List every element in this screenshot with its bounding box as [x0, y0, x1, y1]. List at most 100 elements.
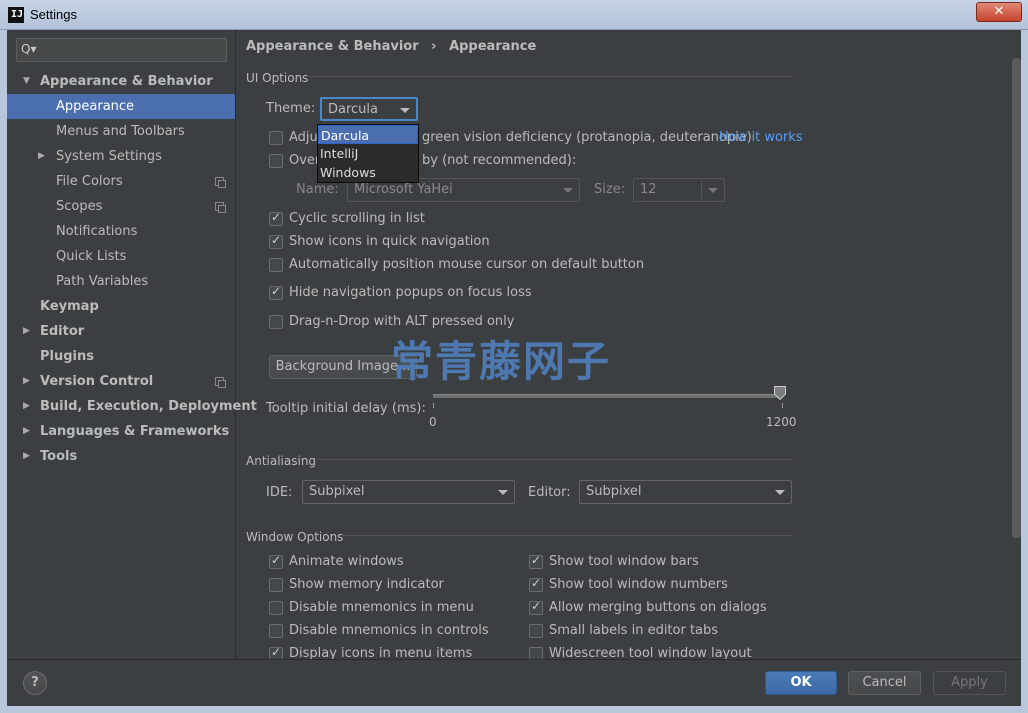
editor-antialiasing-select[interactable]: Subpixel [579, 480, 792, 504]
ide-antialiasing-label: IDE: [266, 485, 293, 500]
sidebar-item-file-colors[interactable]: File Colors [7, 169, 235, 194]
sidebar-item-path-variables[interactable]: Path Variables [7, 269, 235, 294]
search-icon: Q▾ [21, 42, 37, 56]
sidebar-item-plugins[interactable]: Plugins [7, 344, 235, 369]
font-size-label: Size: [594, 182, 626, 197]
separator [341, 535, 793, 536]
ide-antialiasing-select[interactable]: Subpixel [302, 480, 515, 504]
project-settings-icon [215, 202, 226, 213]
sidebar-item-label: Editor [40, 324, 85, 339]
sidebar-item-label: Keymap [40, 299, 99, 314]
small-labels-checkbox[interactable] [529, 624, 543, 638]
close-icon[interactable]: ✕ [976, 2, 1022, 22]
adjust-colors-label-tail: green vision deficiency (protanopia, deu… [422, 130, 752, 145]
breadcrumb-parent[interactable]: Appearance & Behavior [246, 39, 419, 54]
mnemonics-menu-label: Disable mnemonics in menu [289, 600, 474, 615]
sidebar-item-label: Version Control [40, 374, 154, 389]
help-button[interactable]: ? [23, 671, 47, 695]
tool-window-bars-label: Show tool window bars [549, 554, 699, 569]
editor-antialiasing-label: Editor: [528, 485, 571, 500]
sidebar-item-appearance[interactable]: Appearance [7, 94, 235, 119]
sidebar-item-label: Menus and Toolbars [56, 124, 185, 139]
sidebar-item-menus-toolbars[interactable]: Menus and Toolbars [7, 119, 235, 144]
display-icons-label: Display icons in menu items [289, 646, 473, 659]
memory-indicator-checkbox[interactable] [269, 578, 283, 592]
chevron-right-icon: ▶ [23, 426, 30, 436]
window-options-title: Window Options [246, 530, 344, 544]
override-font-label-tail: by (not recommended): [422, 153, 577, 168]
cancel-button[interactable]: Cancel [848, 671, 921, 695]
theme-option-darcula[interactable]: Darcula [318, 125, 418, 144]
sidebar-item-label: Quick Lists [56, 249, 127, 264]
sidebar-item-appearance-behavior[interactable]: ▼ Appearance & Behavior [7, 69, 235, 94]
tool-window-numbers-label: Show tool window numbers [549, 577, 728, 592]
chevron-right-icon: ▶ [23, 451, 30, 461]
font-size-select[interactable]: 12 [633, 178, 725, 202]
theme-label: Theme: [266, 101, 316, 116]
project-settings-icon [215, 377, 226, 388]
project-settings-icon [215, 177, 226, 188]
widescreen-layout-checkbox[interactable] [529, 647, 543, 659]
override-font-label: Over [289, 153, 321, 168]
slider-tick [782, 403, 783, 408]
sidebar-item-tools[interactable]: ▶ Tools [7, 444, 235, 469]
window-titlebar: IJ Settings ✕ [0, 0, 1028, 30]
cyclic-scrolling-checkbox[interactable] [269, 210, 283, 226]
sidebar-item-keymap[interactable]: Keymap [7, 294, 235, 319]
watermark-text: 常青藤网子 [391, 337, 612, 386]
sidebar-item-label: Plugins [40, 349, 94, 364]
breadcrumb-current: Appearance [449, 39, 537, 54]
tooltip-delay-slider[interactable] [433, 394, 783, 398]
auto-cursor-checkbox[interactable] [269, 258, 283, 272]
theme-option-intellij[interactable]: IntelliJ [318, 144, 418, 163]
tool-window-bars-checkbox[interactable] [529, 553, 543, 569]
show-icons-nav-checkbox[interactable] [269, 233, 283, 249]
adjust-colors-checkbox[interactable] [269, 131, 283, 145]
sidebar-item-label: System Settings [56, 149, 162, 164]
chevron-right-icon: ▶ [23, 401, 30, 411]
tool-window-numbers-checkbox[interactable] [529, 576, 543, 592]
cyclic-scrolling-label: Cyclic scrolling in list [289, 211, 425, 226]
sidebar-item-quick-lists[interactable]: Quick Lists [7, 244, 235, 269]
chevron-down-icon [563, 188, 573, 193]
scrollbar-thumb[interactable] [1012, 58, 1021, 538]
sidebar-item-label: Build, Execution, Deployment [40, 399, 257, 414]
sidebar-item-label: Languages & Frameworks [40, 424, 230, 439]
search-input[interactable]: Q▾ [16, 38, 227, 62]
drag-drop-checkbox[interactable] [269, 315, 283, 329]
sidebar-item-scopes[interactable]: Scopes [7, 194, 235, 219]
apply-button[interactable]: Apply [933, 671, 1006, 695]
theme-option-windows[interactable]: Windows [318, 163, 418, 182]
hide-nav-checkbox[interactable] [269, 284, 283, 300]
theme-select[interactable]: Darcula [320, 97, 418, 121]
antialiasing-title: Antialiasing [246, 454, 317, 468]
sidebar-item-version-control[interactable]: ▶ Version Control [7, 369, 235, 394]
editor-antialiasing-value: Subpixel [586, 484, 642, 499]
theme-dropdown-list: Darcula IntelliJ Windows [317, 124, 419, 183]
settings-content: Appearance & Behavior › Appearance UI Op… [237, 30, 1021, 659]
chevron-right-icon: ▶ [38, 151, 45, 161]
breadcrumb: Appearance & Behavior › Appearance [246, 39, 536, 54]
sidebar-item-notifications[interactable]: Notifications [7, 219, 235, 244]
mnemonics-controls-checkbox[interactable] [269, 624, 283, 638]
drag-drop-label: Drag-n-Drop with ALT pressed only [289, 314, 515, 329]
sidebar-item-editor[interactable]: ▶ Editor [7, 319, 235, 344]
merge-buttons-checkbox[interactable] [529, 599, 543, 615]
sidebar-item-system-settings[interactable]: ▶ System Settings [7, 144, 235, 169]
sidebar-item-build[interactable]: ▶ Build, Execution, Deployment [7, 394, 257, 419]
chevron-down-icon [708, 188, 718, 193]
sidebar-item-languages[interactable]: ▶ Languages & Frameworks [7, 419, 235, 444]
slider-thumb[interactable] [774, 386, 786, 400]
sidebar-item-label: File Colors [56, 174, 123, 189]
mnemonics-menu-checkbox[interactable] [269, 601, 283, 615]
sidebar-item-label: Path Variables [56, 274, 149, 289]
animate-windows-label: Animate windows [289, 554, 404, 569]
ok-button[interactable]: OK [765, 671, 837, 695]
animate-windows-checkbox[interactable] [269, 553, 283, 569]
how-it-works-link[interactable]: How it works [719, 130, 803, 145]
override-font-checkbox[interactable] [269, 154, 283, 168]
slider-min-label: 0 [429, 415, 437, 429]
display-icons-checkbox[interactable] [269, 645, 283, 659]
theme-value: Darcula [328, 102, 379, 117]
dialog-footer: ? OK Cancel Apply [7, 659, 1021, 706]
